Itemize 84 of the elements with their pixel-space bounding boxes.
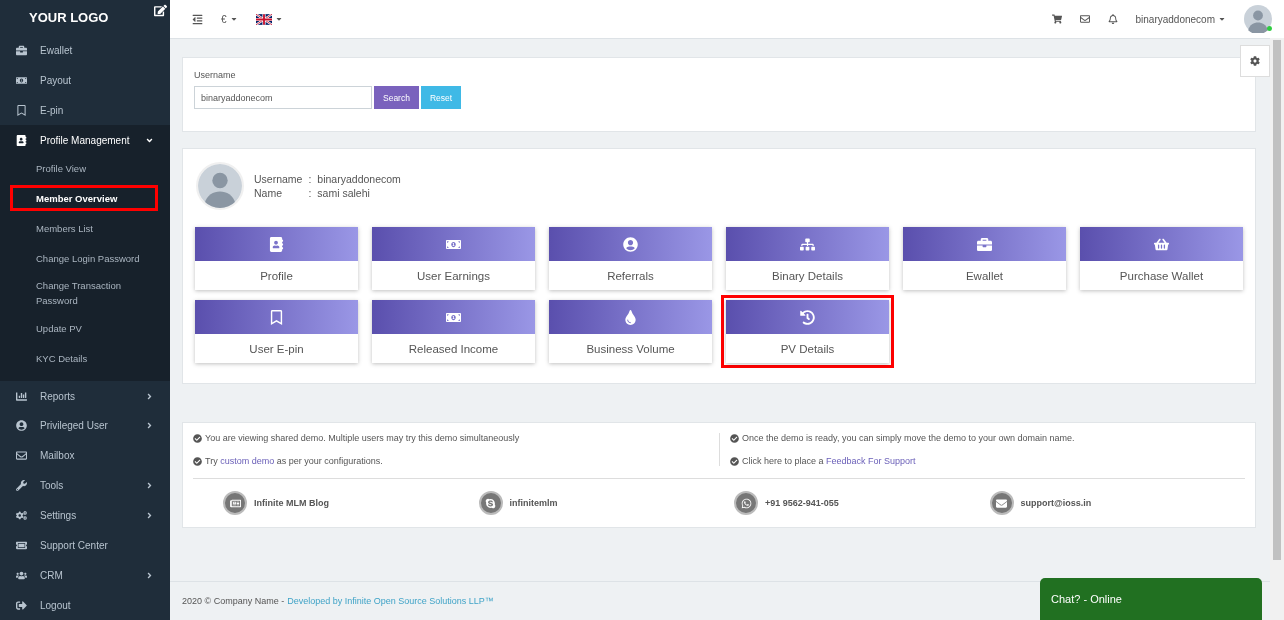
menu-icon[interactable]: [192, 13, 203, 25]
sidebar-subitem[interactable]: Update PV: [10, 315, 158, 342]
bookmark-icon: [269, 309, 284, 325]
notice-text: Once the demo is ready, you can simply move the demo to your own domain name.: [742, 433, 1075, 443]
sidebar-item[interactable]: Settings: [0, 500, 170, 531]
field-label: Username: [194, 70, 237, 80]
sidebar-item[interactable]: Payout: [0, 65, 170, 96]
sidebar-subitem[interactable]: Profile View: [10, 155, 158, 182]
bell-icon[interactable]: [1107, 14, 1118, 24]
dashboard-tile[interactable]: PV Details: [721, 295, 894, 368]
chevron-right-icon: [145, 511, 154, 520]
briefcase-icon: [977, 236, 992, 252]
whatsapp-icon: [734, 491, 758, 515]
search-button[interactable]: Search: [374, 86, 419, 109]
avatar-silhouette-icon: [198, 164, 242, 208]
sidebar-item[interactable]: Mailbox: [0, 440, 170, 471]
avatar-silhouette-icon: [1244, 5, 1272, 33]
sidebar-item[interactable]: Profile Management: [0, 125, 170, 156]
chevron-right-icon: [145, 481, 154, 491]
caret-icon: [1218, 15, 1226, 23]
wrench-icon: [16, 480, 27, 492]
sidebar-item[interactable]: E-pin: [0, 95, 170, 126]
username-input[interactable]: binaryaddonecom: [194, 86, 372, 109]
notice-text: Click here to place a Feedback For Support: [742, 456, 916, 466]
sidebar-item[interactable]: Privileged User: [0, 411, 170, 441]
logo-text: YOUR LOGO: [29, 9, 109, 28]
flag-icon: [255, 13, 272, 25]
basket-icon: [1154, 236, 1169, 252]
copyright-text: 2020 © Company Name -: [182, 596, 285, 606]
bar-chart-icon: [16, 390, 27, 402]
ticket-icon: [16, 539, 27, 551]
sidebar-subitem[interactable]: KYC Details: [10, 345, 158, 372]
sidebar-item[interactable]: Reports: [0, 381, 170, 412]
separator-text: :: [308, 187, 312, 199]
notice-link[interactable]: Feedback For Support: [826, 456, 916, 466]
history-icon: [800, 309, 815, 325]
caret-icon: [229, 15, 238, 23]
gears-icon: [16, 510, 27, 521]
sidebar-item[interactable]: Ewallet: [0, 35, 170, 66]
sidebar-subitem[interactable]: Change Transaction Password: [10, 275, 158, 312]
contact-text[interactable]: infinitemlm: [509, 498, 558, 508]
skype-icon: [478, 491, 503, 515]
sitemap-icon: [800, 236, 815, 252]
language-dropdown[interactable]: [255, 13, 283, 25]
envelope-icon[interactable]: [1079, 14, 1090, 24]
info-label: Username: [254, 173, 303, 185]
caret-icon: [274, 15, 283, 23]
contact-card-icon: [16, 134, 27, 146]
contact-text[interactable]: Infinite MLM Blog: [254, 498, 329, 508]
bookmark-icon: [16, 104, 27, 116]
sidebar-item[interactable]: CRM: [0, 560, 170, 591]
sidebar-subitem[interactable]: Member Overview: [10, 185, 158, 212]
sidebar-subitem[interactable]: Members List: [10, 215, 158, 242]
briefcase-icon: [16, 45, 27, 57]
contact-text[interactable]: +91 9562-941-055: [765, 498, 839, 508]
notice-text: Try custom demo as per your configurations.: [205, 456, 383, 466]
contact-text[interactable]: support@ioss.in: [1020, 498, 1092, 508]
contact-card-icon: [269, 236, 284, 252]
sign-out-icon: [16, 599, 27, 611]
info-value: binaryaddonecom: [317, 173, 401, 185]
sidebar-subitem[interactable]: Change Login Password: [10, 245, 158, 272]
banknote-icon: [16, 75, 27, 87]
settings-icon[interactable]: [1240, 45, 1270, 77]
currency-dropdown[interactable]: €: [221, 13, 238, 25]
user-dropdown[interactable]: binaryaddonecom: [1135, 13, 1226, 25]
envelope-icon: [989, 491, 1014, 515]
chevron-right-icon: [145, 421, 154, 431]
chevron-right-icon: [145, 570, 154, 580]
users-icon: [16, 569, 27, 581]
sidebar-item[interactable]: Support Center: [0, 530, 170, 561]
envelope-icon: [16, 450, 27, 462]
sidebar-item[interactable]: Tools: [0, 470, 170, 501]
sidebar-item[interactable]: Logout: [0, 590, 170, 620]
drop-icon: [623, 309, 638, 325]
separator-text: :: [308, 173, 312, 185]
notice-link[interactable]: custom demo: [220, 456, 275, 466]
cart-icon[interactable]: [1051, 14, 1062, 24]
notice-text: You are viewing shared demo. Multiple users may try this demo simultaneously: [205, 433, 520, 443]
info-label: Name: [254, 187, 283, 199]
edit-icon[interactable]: [154, 4, 167, 17]
chat-button[interactable]: Chat? - Online: [1040, 578, 1262, 620]
info-value: sami salehi: [317, 187, 371, 199]
chevron-right-icon: [145, 391, 154, 401]
newspaper-icon: [223, 491, 247, 515]
